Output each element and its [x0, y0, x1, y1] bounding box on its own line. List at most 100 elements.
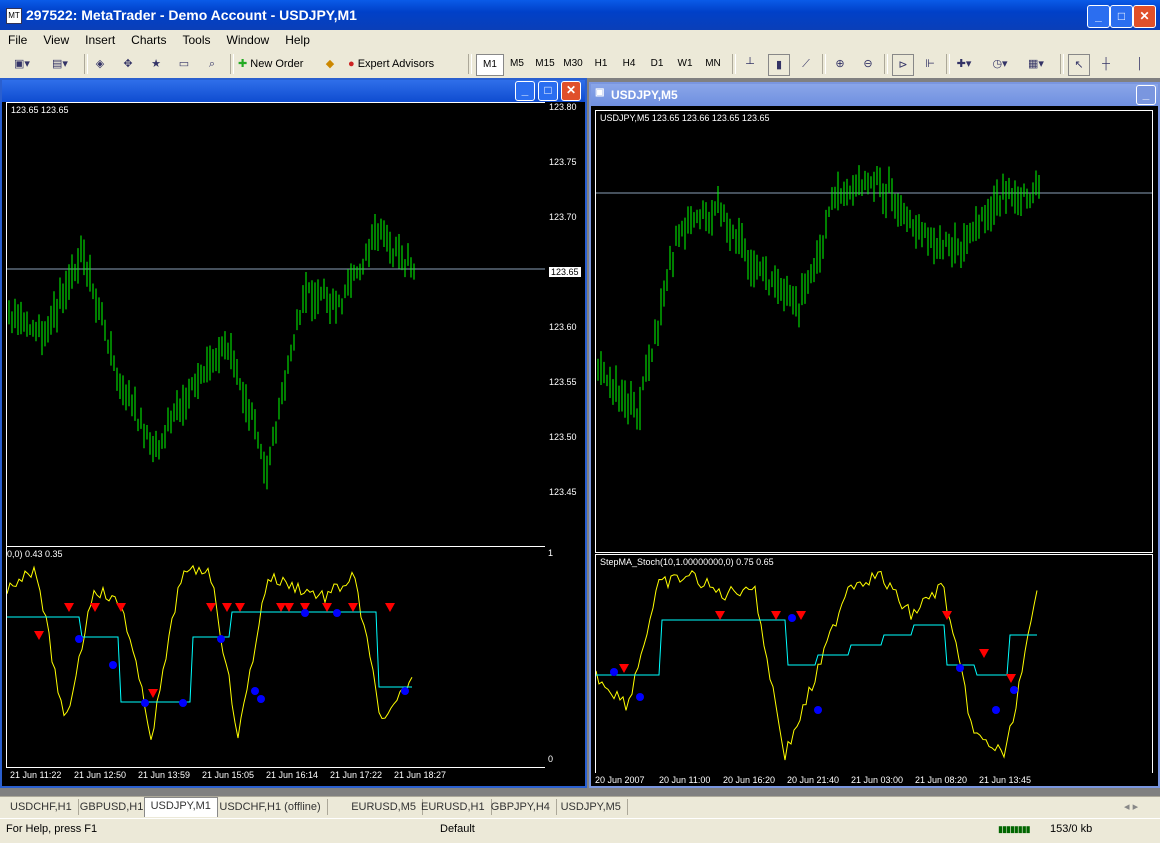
- crosshair-icon[interactable]: ┼: [1096, 54, 1116, 74]
- indicator-pane[interactable]: 0,0) 0.43 0.35: [6, 546, 546, 768]
- price-chart[interactable]: 123.65 123.65: [6, 102, 546, 547]
- chart-tab[interactable]: EURUSD,M5: [345, 799, 423, 815]
- maximize-button[interactable]: □: [538, 81, 558, 101]
- price-bars-svg: [596, 165, 1152, 431]
- price-label: 123.45: [549, 487, 577, 497]
- window-title: 297522: MetaTrader - Demo Account - USDJ…: [26, 7, 357, 23]
- menu-file[interactable]: File: [0, 30, 35, 47]
- price-chart[interactable]: USDJPY,M5 123.65 123.66 123.65 123.65: [595, 110, 1153, 553]
- time-axis: 21 Jun 11:22 21 Jun 12:50 21 Jun 13:59 21 J…: [6, 768, 585, 786]
- indicators-icon[interactable]: ✚▾: [954, 54, 974, 74]
- chart-window-usdjpy-m5[interactable]: ▣ USDJPY,M5 _ USDJPY,M5 123.65 123.66 12…: [589, 82, 1160, 788]
- buy-dot-icon: [217, 635, 225, 643]
- chart-tab[interactable]: USDJPY,M1: [143, 797, 218, 817]
- zoom-out-icon[interactable]: ⊖: [858, 54, 878, 74]
- warning-icon[interactable]: ◆: [320, 54, 340, 74]
- connection-icon: ▮▮▮▮▮▮▮▮: [998, 824, 1031, 834]
- terminal-icon[interactable]: ▭: [174, 54, 194, 74]
- line-chart-icon[interactable]: ⟋: [796, 54, 816, 74]
- window-icon: ▣: [595, 87, 605, 98]
- cursor-icon[interactable]: ↖: [1068, 54, 1090, 76]
- chart-tab[interactable]: EURUSD,H1: [415, 799, 492, 815]
- close-button[interactable]: ✕: [561, 81, 581, 101]
- time-label: 21 Jun 13:59: [138, 770, 191, 780]
- time-label: 20 Jun 2007: [595, 775, 645, 785]
- chart-window-usdjpy-m1[interactable]: _ □ ✕ 123.65 123.65 123.80 123.75 123.70 12…: [0, 78, 587, 788]
- price-bars-svg: [7, 214, 545, 490]
- buy-dot-icon: [636, 693, 644, 701]
- navigator-icon[interactable]: ★: [146, 54, 166, 74]
- status-profile: Default: [440, 823, 475, 835]
- chart-tab[interactable]: USDJPY,M5: [555, 799, 628, 815]
- tester-icon[interactable]: ⌕: [202, 54, 222, 74]
- vertical-line-icon[interactable]: │: [1130, 54, 1150, 74]
- indicator-header: StepMA_Stoch(10,1.00000000,0) 0.75 0.65: [600, 557, 774, 567]
- price-label: 123.65: [549, 267, 581, 277]
- templates-icon[interactable]: ▦▾: [1026, 54, 1046, 74]
- sell-arrow-icon: [276, 603, 286, 612]
- menu-insert[interactable]: Insert: [77, 30, 123, 47]
- zoom-in-icon[interactable]: ⊕: [830, 54, 850, 74]
- minimize-button[interactable]: _: [1087, 5, 1110, 28]
- maximize-button[interactable]: □: [1110, 5, 1133, 28]
- buy-dot-icon: [257, 695, 265, 703]
- tab-scroll-arrows-icon[interactable]: ◂ ▸: [1124, 800, 1138, 813]
- new-chart-icon[interactable]: ▣▾: [12, 54, 32, 74]
- chart-tab[interactable]: GBPJPY,H4: [485, 799, 557, 815]
- sell-arrow-icon: [796, 611, 806, 620]
- close-button[interactable]: ✕: [1133, 5, 1156, 28]
- periods-icon[interactable]: ◷▾: [990, 54, 1010, 74]
- buy-dot-icon: [109, 661, 117, 669]
- sell-arrow-icon: [235, 603, 245, 612]
- chart-tab[interactable]: USDCHF,H1: [4, 799, 79, 815]
- tf-d1-button[interactable]: D1: [644, 54, 670, 74]
- new-order-button[interactable]: ✚ New Order: [238, 54, 318, 74]
- time-label: 20 Jun 16:20: [723, 775, 776, 785]
- app-icon: MT: [6, 8, 22, 24]
- stepma-line: [7, 611, 412, 703]
- sell-arrow-icon: [222, 603, 232, 612]
- minimize-button[interactable]: _: [515, 81, 535, 101]
- candlestick-icon[interactable]: ▮: [768, 54, 790, 76]
- profiles-icon[interactable]: ▤▾: [50, 54, 70, 74]
- sell-arrow-icon: [206, 603, 216, 612]
- tf-h4-button[interactable]: H4: [616, 54, 642, 74]
- indicator-svg: [7, 564, 413, 740]
- menu-tools[interactable]: Tools: [175, 30, 219, 47]
- window-titlebar: ▣ USDJPY,M5 _: [591, 84, 1158, 106]
- menu-view[interactable]: View: [35, 30, 77, 47]
- data-window-icon[interactable]: ✥: [118, 54, 138, 74]
- menu-charts[interactable]: Charts: [123, 30, 174, 47]
- stepma-line: [596, 619, 1037, 676]
- sell-arrow-icon: [1006, 674, 1016, 683]
- time-label: 21 Jun 13:45: [979, 775, 1032, 785]
- chart-tab[interactable]: GBPUSD,H1: [74, 799, 151, 815]
- price-axis: 123.80 123.75 123.70 123.65 123.60 123.55 123.…: [545, 102, 585, 547]
- autoscroll-icon[interactable]: ⊳: [892, 54, 914, 76]
- buy-dot-icon: [992, 706, 1000, 714]
- status-traffic: 153/0 kb: [1050, 823, 1093, 835]
- indicator-pane[interactable]: StepMA_Stoch(10,1.00000000,0) 0.75 0.65: [595, 554, 1153, 774]
- sell-arrow-icon: [715, 611, 725, 620]
- market-watch-icon[interactable]: ◈: [90, 54, 110, 74]
- chart-tab[interactable]: USDCHF,H1 (offline): [213, 799, 328, 815]
- indicator-scale-top: 1: [548, 548, 554, 558]
- tf-w1-button[interactable]: W1: [672, 54, 698, 74]
- tf-mn-button[interactable]: MN: [700, 54, 726, 74]
- bar-chart-icon[interactable]: ┴: [740, 54, 760, 74]
- chart-shift-icon[interactable]: ⊩: [920, 54, 940, 74]
- tf-h1-button[interactable]: H1: [588, 54, 614, 74]
- menu-window[interactable]: Window: [219, 30, 278, 47]
- toolbar: ▣▾ ▤▾ ◈ ✥ ★ ▭ ⌕ ✚ New Order ◆ ● Expert A…: [0, 50, 1160, 79]
- buy-dot-icon: [788, 614, 796, 622]
- tf-m1-button[interactable]: M1: [476, 54, 504, 76]
- minimize-button[interactable]: _: [1136, 85, 1156, 105]
- time-label: 21 Jun 15:05: [202, 770, 255, 780]
- expert-advisors-button[interactable]: ● Expert Advisors: [348, 54, 452, 74]
- tf-m15-button[interactable]: M15: [532, 54, 558, 74]
- tf-m30-button[interactable]: M30: [560, 54, 586, 74]
- sell-arrow-icon: [64, 603, 74, 612]
- menu-help[interactable]: Help: [277, 30, 318, 47]
- time-label: 20 Jun 21:40: [787, 775, 840, 785]
- tf-m5-button[interactable]: M5: [504, 54, 530, 74]
